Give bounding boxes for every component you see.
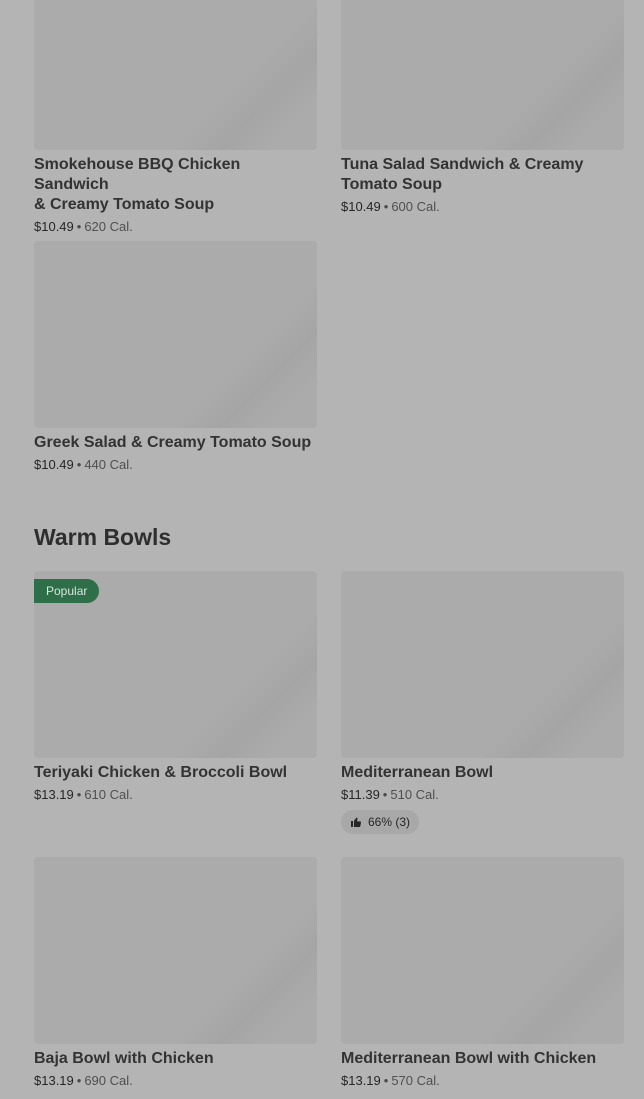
item-price: $13.19	[341, 1073, 381, 1088]
item-calories: 690 Cal.	[84, 1073, 133, 1088]
menu-item-card[interactable]: Mediterranean Bowl with Chicken $13.19 • 5…	[341, 857, 624, 1090]
separator-dot: •	[383, 1073, 389, 1088]
item-price: $10.49	[341, 199, 381, 214]
section-heading: Warm Bowls	[34, 524, 172, 550]
item-price: $13.19	[34, 787, 74, 802]
separator-dot: •	[76, 219, 82, 234]
menu-item-card[interactable]: Mediterranean Bowl $11.39 • 510 Cal. 66% (…	[341, 571, 624, 834]
item-meta: $11.39 • 510 Cal.	[341, 786, 624, 804]
item-title[interactable]: Teriyaki Chicken & Broccoli Bowl	[34, 763, 317, 783]
menu-item-card[interactable]: Greek Salad & Creamy Tomato Soup $10.49 •…	[34, 241, 317, 474]
separator-dot: •	[76, 457, 82, 472]
item-title[interactable]: Mediterranean Bowl with Chicken	[341, 1049, 624, 1069]
item-meta: $13.19 • 690 Cal.	[34, 1072, 317, 1090]
menu-page: Smokehouse BBQ Chicken Sandwich & Creamy…	[0, 0, 644, 1099]
item-meta: $13.19 • 570 Cal.	[341, 1072, 624, 1090]
item-meta: $10.49 • 440 Cal.	[34, 456, 317, 474]
item-meta: $10.49 • 620 Cal.	[34, 218, 317, 236]
item-price: $11.39	[341, 787, 380, 802]
item-image[interactable]	[341, 0, 624, 150]
item-calories: 510 Cal.	[390, 787, 439, 802]
item-calories: 570 Cal.	[391, 1073, 440, 1088]
separator-dot: •	[382, 787, 388, 802]
item-title[interactable]: Mediterranean Bowl	[341, 763, 624, 783]
item-title[interactable]: Baja Bowl with Chicken	[34, 1049, 317, 1069]
item-image[interactable]	[34, 857, 317, 1044]
item-image[interactable]	[341, 857, 624, 1044]
thumbs-up-icon	[351, 817, 362, 827]
item-price: $13.19	[34, 1073, 74, 1088]
menu-item-card[interactable]: Baja Bowl with Chicken $13.19 • 690 Cal.	[34, 857, 317, 1090]
popular-badge: Popular	[34, 579, 100, 603]
menu-item-card[interactable]: Tuna Salad Sandwich & Creamy Tomato Soup…	[341, 0, 624, 216]
separator-dot: •	[76, 1073, 82, 1088]
rating-badge: 66% (3)	[341, 810, 420, 834]
separator-dot: •	[383, 199, 389, 214]
item-title[interactable]: Greek Salad & Creamy Tomato Soup	[34, 433, 317, 453]
menu-item-card[interactable]: Smokehouse BBQ Chicken Sandwich & Creamy…	[34, 0, 317, 236]
item-image[interactable]	[34, 0, 317, 150]
item-calories: 620 Cal.	[84, 219, 133, 234]
rating-text: 66% (3)	[368, 815, 411, 829]
item-image[interactable]: Popular	[34, 571, 317, 758]
item-title[interactable]: Tuna Salad Sandwich & Creamy Tomato Soup	[341, 155, 624, 195]
item-meta: $13.19 • 610 Cal.	[34, 786, 317, 804]
menu-item-card[interactable]: Popular Teriyaki Chicken & Broccoli Bowl…	[34, 571, 317, 804]
item-price: $10.49	[34, 219, 74, 234]
item-image[interactable]	[34, 241, 317, 428]
item-image[interactable]	[341, 571, 624, 758]
item-meta: $10.49 • 600 Cal.	[341, 198, 624, 216]
item-title[interactable]: Smokehouse BBQ Chicken Sandwich & Creamy…	[34, 155, 317, 215]
item-calories: 610 Cal.	[84, 787, 133, 802]
item-calories: 600 Cal.	[391, 199, 440, 214]
separator-dot: •	[76, 787, 82, 802]
item-calories: 440 Cal.	[84, 457, 133, 472]
item-price: $10.49	[34, 457, 74, 472]
